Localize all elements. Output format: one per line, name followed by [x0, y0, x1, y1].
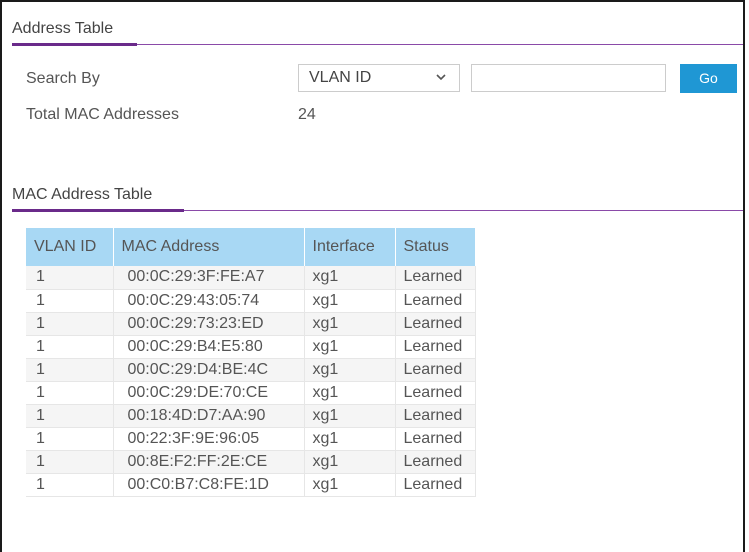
table-row[interactable]: 1 00:0C:29:D4:BE:4C xg1 Learned	[26, 358, 476, 382]
cell-status: Learned	[395, 335, 476, 359]
table-row[interactable]: 1 00:0C:29:43:05:74 xg1 Learned	[26, 289, 476, 313]
column-header-interface[interactable]: Interface	[304, 228, 396, 266]
table-row[interactable]: 1 00:0C:29:DE:70:CE xg1 Learned	[26, 381, 476, 405]
cell-interface: xg1	[304, 289, 396, 313]
cell-interface: xg1	[304, 335, 396, 359]
cell-vlan-id: 1	[26, 450, 114, 474]
cell-mac-address: 00:0C:29:73:23:ED	[113, 312, 305, 336]
table-row[interactable]: 1 00:0C:29:B4:E5:80 xg1 Learned	[26, 335, 476, 359]
cell-mac-address: 00:0C:29:D4:BE:4C	[113, 358, 305, 382]
cell-mac-address: 00:8E:F2:FF:2E:CE	[113, 450, 305, 474]
column-header-vlan-id[interactable]: VLAN ID	[26, 228, 114, 266]
cell-interface: xg1	[304, 266, 396, 290]
cell-status: Learned	[395, 381, 476, 405]
total-mac-addresses-value: 24	[298, 106, 316, 123]
cell-status: Learned	[395, 473, 476, 497]
cell-status: Learned	[395, 450, 476, 474]
cell-vlan-id: 1	[26, 427, 114, 451]
cell-vlan-id: 1	[26, 289, 114, 313]
cell-interface: xg1	[304, 450, 396, 474]
cell-interface: xg1	[304, 427, 396, 451]
total-mac-addresses-label: Total MAC Addresses	[26, 106, 179, 123]
cell-mac-address: 00:18:4D:D7:AA:90	[113, 404, 305, 428]
search-by-select[interactable]: VLAN ID	[298, 64, 460, 92]
cell-mac-address: 00:0C:29:3F:FE:A7	[113, 266, 305, 290]
cell-vlan-id: 1	[26, 381, 114, 405]
cell-mac-address: 00:0C:29:DE:70:CE	[113, 381, 305, 405]
cell-mac-address: 00:C0:B7:C8:FE:1D	[113, 473, 305, 497]
cell-interface: xg1	[304, 473, 396, 497]
address-table-underline-accent	[12, 43, 137, 46]
chevron-down-icon	[436, 74, 446, 81]
table-row[interactable]: 1 00:C0:B7:C8:FE:1D xg1 Learned	[26, 473, 476, 497]
table-row[interactable]: 1 00:22:3F:9E:96:05 xg1 Learned	[26, 427, 476, 451]
cell-interface: xg1	[304, 358, 396, 382]
cell-status: Learned	[395, 358, 476, 382]
table-row[interactable]: 1 00:0C:29:3F:FE:A7 xg1 Learned	[26, 266, 476, 290]
address-table-title: Address Table	[12, 20, 114, 37]
cell-status: Learned	[395, 266, 476, 290]
cell-vlan-id: 1	[26, 404, 114, 428]
cell-vlan-id: 1	[26, 358, 114, 382]
cell-interface: xg1	[304, 312, 396, 336]
cell-status: Learned	[395, 289, 476, 313]
cell-mac-address: 00:0C:29:43:05:74	[113, 289, 305, 313]
table-header-row: VLAN ID MAC Address Interface Status	[26, 228, 476, 266]
mac-table-underline-accent	[12, 209, 184, 212]
cell-vlan-id: 1	[26, 473, 114, 497]
cell-vlan-id: 1	[26, 266, 114, 290]
go-button[interactable]: Go	[680, 64, 737, 93]
column-header-status[interactable]: Status	[395, 228, 476, 266]
cell-status: Learned	[395, 404, 476, 428]
cell-interface: xg1	[304, 404, 396, 428]
cell-interface: xg1	[304, 381, 396, 405]
cell-status: Learned	[395, 312, 476, 336]
mac-table-underline	[184, 210, 743, 211]
table-row[interactable]: 1 00:18:4D:D7:AA:90 xg1 Learned	[26, 404, 476, 428]
cell-vlan-id: 1	[26, 335, 114, 359]
search-by-label: Search By	[26, 70, 100, 87]
mac-address-table: VLAN ID MAC Address Interface Status 1 0…	[26, 228, 476, 497]
table-row[interactable]: 1 00:0C:29:73:23:ED xg1 Learned	[26, 312, 476, 336]
table-row[interactable]: 1 00:8E:F2:FF:2E:CE xg1 Learned	[26, 450, 476, 474]
cell-mac-address: 00:22:3F:9E:96:05	[113, 427, 305, 451]
address-table-underline	[137, 44, 743, 45]
cell-vlan-id: 1	[26, 312, 114, 336]
cell-status: Learned	[395, 427, 476, 451]
search-by-selected-value: VLAN ID	[309, 69, 372, 86]
mac-table-title: MAC Address Table	[12, 186, 153, 203]
search-value-input[interactable]	[471, 64, 666, 92]
cell-mac-address: 00:0C:29:B4:E5:80	[113, 335, 305, 359]
column-header-mac-address[interactable]: MAC Address	[113, 228, 305, 266]
